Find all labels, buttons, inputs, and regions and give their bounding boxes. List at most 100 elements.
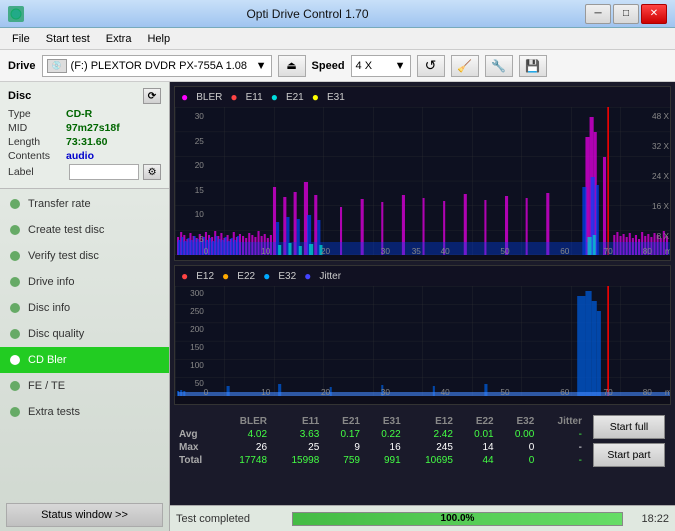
status-window-button[interactable]: Status window >>: [6, 503, 163, 527]
legend-e12-label: E12: [196, 271, 214, 282]
drive-bar: Drive 💿 (F:) PLEXTOR DVDR PX-755A 1.08 ▼…: [0, 50, 675, 82]
stats-total-e12: 10695: [406, 454, 458, 467]
disc-mid-val: 97m27s18f: [66, 122, 120, 134]
nav-item-extra-tests[interactable]: Extra tests: [0, 399, 169, 425]
stats-total-label: Total: [174, 454, 220, 467]
svg-text:60: 60: [560, 388, 570, 396]
stats-max-label: Max: [174, 441, 220, 454]
close-button[interactable]: ✕: [641, 4, 667, 24]
svg-text:32 X: 32 X: [652, 142, 670, 151]
svg-text:48 X: 48 X: [652, 112, 670, 121]
menu-file[interactable]: File: [4, 31, 38, 47]
main-area: Disc ⟳ Type CD-R MID 97m27s18f Length 73…: [0, 82, 675, 531]
speed-select[interactable]: 4 X ▼: [351, 55, 411, 77]
legend-e21-label: E21: [286, 92, 304, 103]
stats-header-e32: E32: [499, 415, 540, 428]
svg-text:250: 250: [190, 307, 204, 316]
eject-button[interactable]: ⏏: [278, 55, 306, 77]
nav-item-create-test-disc[interactable]: Create test disc: [0, 217, 169, 243]
stats-avg-e12: 2.42: [406, 428, 458, 441]
menu-start-test[interactable]: Start test: [38, 31, 98, 47]
nav-item-cd-bler[interactable]: CD Bler: [0, 347, 169, 373]
disc-label-icon-button[interactable]: ⚙: [143, 164, 161, 180]
menu-extra[interactable]: Extra: [98, 31, 140, 47]
nav-item-drive-info[interactable]: Drive info: [0, 269, 169, 295]
app-icon: [8, 6, 24, 22]
stats-header-bler: BLER: [220, 415, 272, 428]
sidebar: Disc ⟳ Type CD-R MID 97m27s18f Length 73…: [0, 82, 170, 531]
svg-text:100: 100: [190, 361, 204, 370]
stats-row-total: Total 17748 15998 759 991 10695 44 0 -: [174, 454, 587, 467]
tools-button[interactable]: 🔧: [485, 55, 513, 77]
stats-total-jitter: -: [539, 454, 587, 467]
svg-text:5: 5: [199, 235, 204, 244]
svg-text:10: 10: [195, 210, 205, 219]
chart-top: ● BLER ● E11 ● E21 ● E31: [174, 86, 671, 261]
stats-header-empty: [174, 415, 220, 428]
stats-row-avg: Avg 4.02 3.63 0.17 0.22 2.42 0.01 0.00 -: [174, 428, 587, 441]
progress-label: 100.0%: [293, 513, 622, 525]
svg-text:20: 20: [321, 247, 331, 255]
progress-bar-container: 100.0%: [292, 512, 623, 526]
drive-dropdown-arrow: ▼: [256, 60, 267, 72]
svg-text:20: 20: [321, 388, 331, 396]
nav-item-disc-info[interactable]: Disc info: [0, 295, 169, 321]
start-full-button[interactable]: Start full: [593, 415, 665, 439]
maximize-button[interactable]: □: [613, 4, 639, 24]
stats-header-e21: E21: [324, 415, 365, 428]
stats-header-e12: E12: [406, 415, 458, 428]
disc-contents-key: Contents: [8, 150, 66, 162]
stats-max-e21: 9: [324, 441, 365, 454]
disc-label-input[interactable]: [69, 164, 139, 180]
refresh-button[interactable]: ↺: [417, 55, 445, 77]
nav-icon-extra-tests: [8, 405, 22, 419]
nav-icon-disc-info: [8, 301, 22, 315]
nav-icon-cd-bler: [8, 353, 22, 367]
nav-label-cd-bler: CD Bler: [28, 354, 67, 366]
start-part-button[interactable]: Start part: [593, 443, 665, 467]
svg-text:60: 60: [560, 247, 570, 255]
disc-header-label: Disc: [8, 90, 31, 102]
bottom-chart-svg: 300 250 200 150 100 50 0 10 20 30 40 50 …: [175, 286, 670, 396]
stats-avg-e21: 0.17: [324, 428, 365, 441]
nav-item-disc-quality[interactable]: Disc quality: [0, 321, 169, 347]
svg-text:80: 80: [643, 388, 653, 396]
stats-table: BLER E11 E21 E31 E12 E22 E32 Jitter: [174, 415, 587, 467]
drive-value: (F:) PLEXTOR DVDR PX-755A 1.08: [71, 60, 247, 72]
disc-type-key: Type: [8, 108, 66, 120]
drive-select[interactable]: 💿 (F:) PLEXTOR DVDR PX-755A 1.08 ▼: [42, 55, 272, 77]
legend-e32-label: E32: [278, 271, 296, 282]
disc-label-key: Label: [8, 166, 65, 178]
save-button[interactable]: 💾: [519, 55, 547, 77]
legend-e31-label: E31: [327, 92, 345, 103]
stats-max-e11: 25: [272, 441, 324, 454]
stats-avg-jitter: -: [539, 428, 587, 441]
svg-text:80: 80: [643, 247, 653, 255]
window-controls: ─ □ ✕: [585, 4, 667, 24]
legend-e22-label: E22: [237, 271, 255, 282]
chart-bottom-legend: ● E12 ● E22 ● E32 ● Jitter: [175, 266, 670, 286]
svg-text:20: 20: [195, 161, 205, 170]
erase-button[interactable]: 🧹: [451, 55, 479, 77]
stats-total-e31: 991: [365, 454, 406, 467]
stats-max-bler: 26: [220, 441, 272, 454]
nav-label-extra-tests: Extra tests: [28, 406, 80, 418]
drive-icon: 💿: [47, 59, 67, 73]
nav-item-fe-te[interactable]: FE / TE: [0, 373, 169, 399]
minimize-button[interactable]: ─: [585, 4, 611, 24]
menu-help[interactable]: Help: [139, 31, 178, 47]
speed-label: Speed: [312, 60, 345, 72]
svg-text:25: 25: [195, 137, 205, 146]
stats-avg-e32: 0.00: [499, 428, 540, 441]
svg-text:30: 30: [195, 112, 205, 121]
speed-value: 4 X: [356, 60, 373, 72]
stats-total-e22: 44: [458, 454, 499, 467]
disc-mid-key: MID: [8, 122, 66, 134]
nav-item-verify-test-disc[interactable]: Verify test disc: [0, 243, 169, 269]
disc-refresh-button[interactable]: ⟳: [143, 88, 161, 104]
nav-label-disc-info: Disc info: [28, 302, 70, 314]
nav-item-transfer-rate[interactable]: Transfer rate: [0, 191, 169, 217]
stats-header-jitter: Jitter: [539, 415, 587, 428]
nav-icon-fe-te: [8, 379, 22, 393]
svg-text:16 X: 16 X: [652, 202, 670, 211]
